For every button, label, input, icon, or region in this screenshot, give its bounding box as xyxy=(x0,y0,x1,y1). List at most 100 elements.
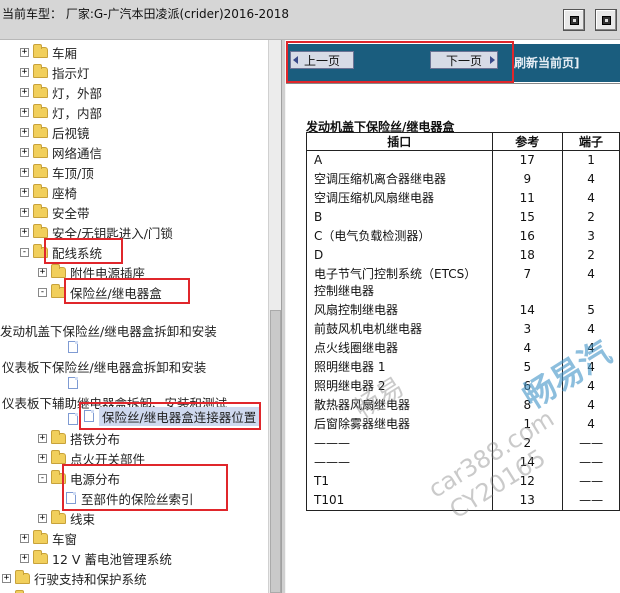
table-cell-socket: 散热器风扇继电器 xyxy=(306,396,493,415)
expand-icon[interactable]: + xyxy=(20,533,29,543)
expand-icon[interactable]: + xyxy=(20,167,29,177)
table-cell-socket: T101 xyxy=(306,491,493,511)
table-cell-socket: 照明继电器 1 xyxy=(306,358,493,377)
table-cell-ref: 14 xyxy=(491,301,564,320)
document-icon xyxy=(68,377,78,389)
table-row: 电子节气门控制系统（ETCS）控制继电器 7 4 xyxy=(306,265,620,301)
expand-icon[interactable]: + xyxy=(20,127,29,137)
tree-item-label: 仪表板下保险丝/继电器盒拆卸和安装 xyxy=(2,359,207,375)
table-cell-socket: 点火线圈继电器 xyxy=(306,339,493,358)
top-toolbar: 当前车型： 厂家:G-广汽本田凌派(crider)2016-2018 xyxy=(0,0,620,40)
tree-item-label: 灯，外部 xyxy=(52,85,103,101)
expand-icon[interactable]: + xyxy=(20,67,29,77)
tree-scrollbar-thumb[interactable] xyxy=(270,310,281,593)
expand-icon[interactable]: + xyxy=(20,147,29,157)
table-cell-ref: 17 xyxy=(491,150,564,170)
tree-item-label: 线束 xyxy=(70,511,96,527)
table-row: 前鼓风机电机继电器 3 4 xyxy=(306,320,620,339)
table-row: T1 12 —— xyxy=(306,472,620,491)
table-row: ——— 2 —— xyxy=(306,434,620,453)
expand-icon[interactable]: + xyxy=(20,47,29,57)
tree-item[interactable]: + 搭铁分布 xyxy=(38,429,120,447)
tree-item[interactable]: + 行驶支持和保护系统 xyxy=(2,569,147,587)
expand-icon[interactable]: + xyxy=(20,107,29,117)
table-cell-ref: 3 xyxy=(491,320,564,339)
table-cell-socket: 后窗除雾器继电器 xyxy=(306,415,493,434)
table-cell-socket: T1 xyxy=(306,472,493,491)
document-icon xyxy=(68,413,78,425)
refresh-page-link[interactable]: 刷新当前页] xyxy=(514,54,580,71)
tree-item-label: 12 V 蓄电池管理系统 xyxy=(52,551,172,567)
table-cell-ref: 4 xyxy=(491,339,564,358)
expand-icon[interactable]: + xyxy=(20,87,29,97)
tree-item[interactable]: +控制系统 DTC xyxy=(2,589,113,593)
window-icon xyxy=(601,15,611,25)
collapse-icon[interactable]: - xyxy=(38,287,47,297)
tree-item[interactable]: + 车窗 xyxy=(20,529,77,547)
folder-icon xyxy=(51,263,66,278)
fuse-relay-table: 插口 参考 端子 A 17 1 空调压缩机离合器继电器 9 4 空调压缩机风扇继电器 11 4 B… xyxy=(306,132,620,511)
table-row: 散热器风扇继电器 8 4 xyxy=(306,396,620,415)
tree-item[interactable]: + 网络通信 xyxy=(20,143,102,161)
tree-item-label: 车厢 xyxy=(52,45,78,61)
expand-icon[interactable]: + xyxy=(38,513,47,523)
window-button-1[interactable] xyxy=(563,9,585,31)
table-cell-ref: 11 xyxy=(491,189,564,208)
tree-item[interactable]: 发动机盖下保险丝/继电器盒拆卸和安装 xyxy=(0,321,217,339)
table-cell-socket: 电子节气门控制系统（ETCS）控制继电器 xyxy=(306,265,493,301)
tree-scrollbar[interactable] xyxy=(268,40,281,593)
content-pane: 上一页 下一页 刷新当前页] 发动机盖下保险丝/继电器盒 插口 参考 端子 A1… xyxy=(286,40,620,593)
highlight-box xyxy=(62,464,228,511)
window-button-2[interactable] xyxy=(595,9,617,31)
tree-item[interactable]: + 灯，内部 xyxy=(20,103,102,121)
table-row: 风扇控制继电器 14 5 xyxy=(306,301,620,320)
table-cell-term: 4 xyxy=(562,320,620,339)
current-car-model: 当前车型： 厂家:G-广汽本田凌派(crider)2016-2018 xyxy=(2,7,290,21)
table-cell-term: 4 xyxy=(562,396,620,415)
table-cell-ref: 5 xyxy=(491,358,564,377)
folder-icon xyxy=(33,103,48,118)
expand-icon[interactable]: + xyxy=(20,227,29,237)
tree-item[interactable]: + 指示灯 xyxy=(20,63,90,81)
tree-item[interactable]: + 安全带 xyxy=(20,203,90,221)
tree-item[interactable]: 仪表板下保险丝/继电器盒拆卸和安装 xyxy=(2,357,206,375)
column-header-socket: 插口 xyxy=(306,132,493,151)
folder-icon xyxy=(33,63,48,78)
table-row: 空调压缩机风扇继电器 11 4 xyxy=(306,189,620,208)
highlight-box xyxy=(286,41,514,83)
tree-item[interactable]: + 线束 xyxy=(38,509,95,527)
folder-icon xyxy=(33,163,48,178)
table-row: 照明继电器 264 xyxy=(306,377,620,396)
expand-icon[interactable]: + xyxy=(38,433,47,443)
tree-item[interactable]: + 座椅 xyxy=(20,183,77,201)
folder-icon xyxy=(33,549,48,564)
table-cell-ref: 15 xyxy=(491,208,564,227)
tree-item-label: 发动机盖下保险丝/继电器盒拆卸和安装 xyxy=(0,323,217,339)
tree-item[interactable]: + 后视镜 xyxy=(20,123,90,141)
collapse-icon[interactable]: - xyxy=(38,473,47,483)
expand-icon[interactable]: + xyxy=(20,207,29,217)
table-row: 点火线圈继电器 4 4 xyxy=(306,339,620,358)
table-cell-socket: D xyxy=(306,246,493,265)
collapse-icon[interactable]: - xyxy=(20,247,29,257)
table-cell-socket: ——— xyxy=(306,434,493,453)
table-cell-ref: 12 xyxy=(491,472,564,491)
tree-item-label: 控制系统 DTC xyxy=(34,589,113,593)
expand-icon[interactable]: + xyxy=(20,187,29,197)
tree-item[interactable]: + 车顶/顶 xyxy=(20,163,94,181)
divider xyxy=(286,83,620,84)
column-header-reference: 参考 xyxy=(491,132,564,151)
expand-icon[interactable]: + xyxy=(20,553,29,563)
tree-item[interactable]: +12 V 蓄电池管理系统 xyxy=(20,549,172,567)
folder-icon xyxy=(51,509,66,524)
folder-icon xyxy=(33,529,48,544)
document-icon xyxy=(68,341,78,353)
tree-item[interactable]: + 车厢 xyxy=(20,43,77,61)
expand-icon[interactable]: + xyxy=(38,267,47,277)
expand-icon[interactable]: + xyxy=(2,573,11,583)
table-cell-socket: C（电气负载检测器） xyxy=(306,227,493,246)
table-row: 后窗除雾器继电器 1 4 xyxy=(306,415,620,434)
folder-icon xyxy=(33,203,48,218)
expand-icon[interactable]: + xyxy=(38,453,47,463)
tree-item[interactable]: + 灯，外部 xyxy=(20,83,102,101)
